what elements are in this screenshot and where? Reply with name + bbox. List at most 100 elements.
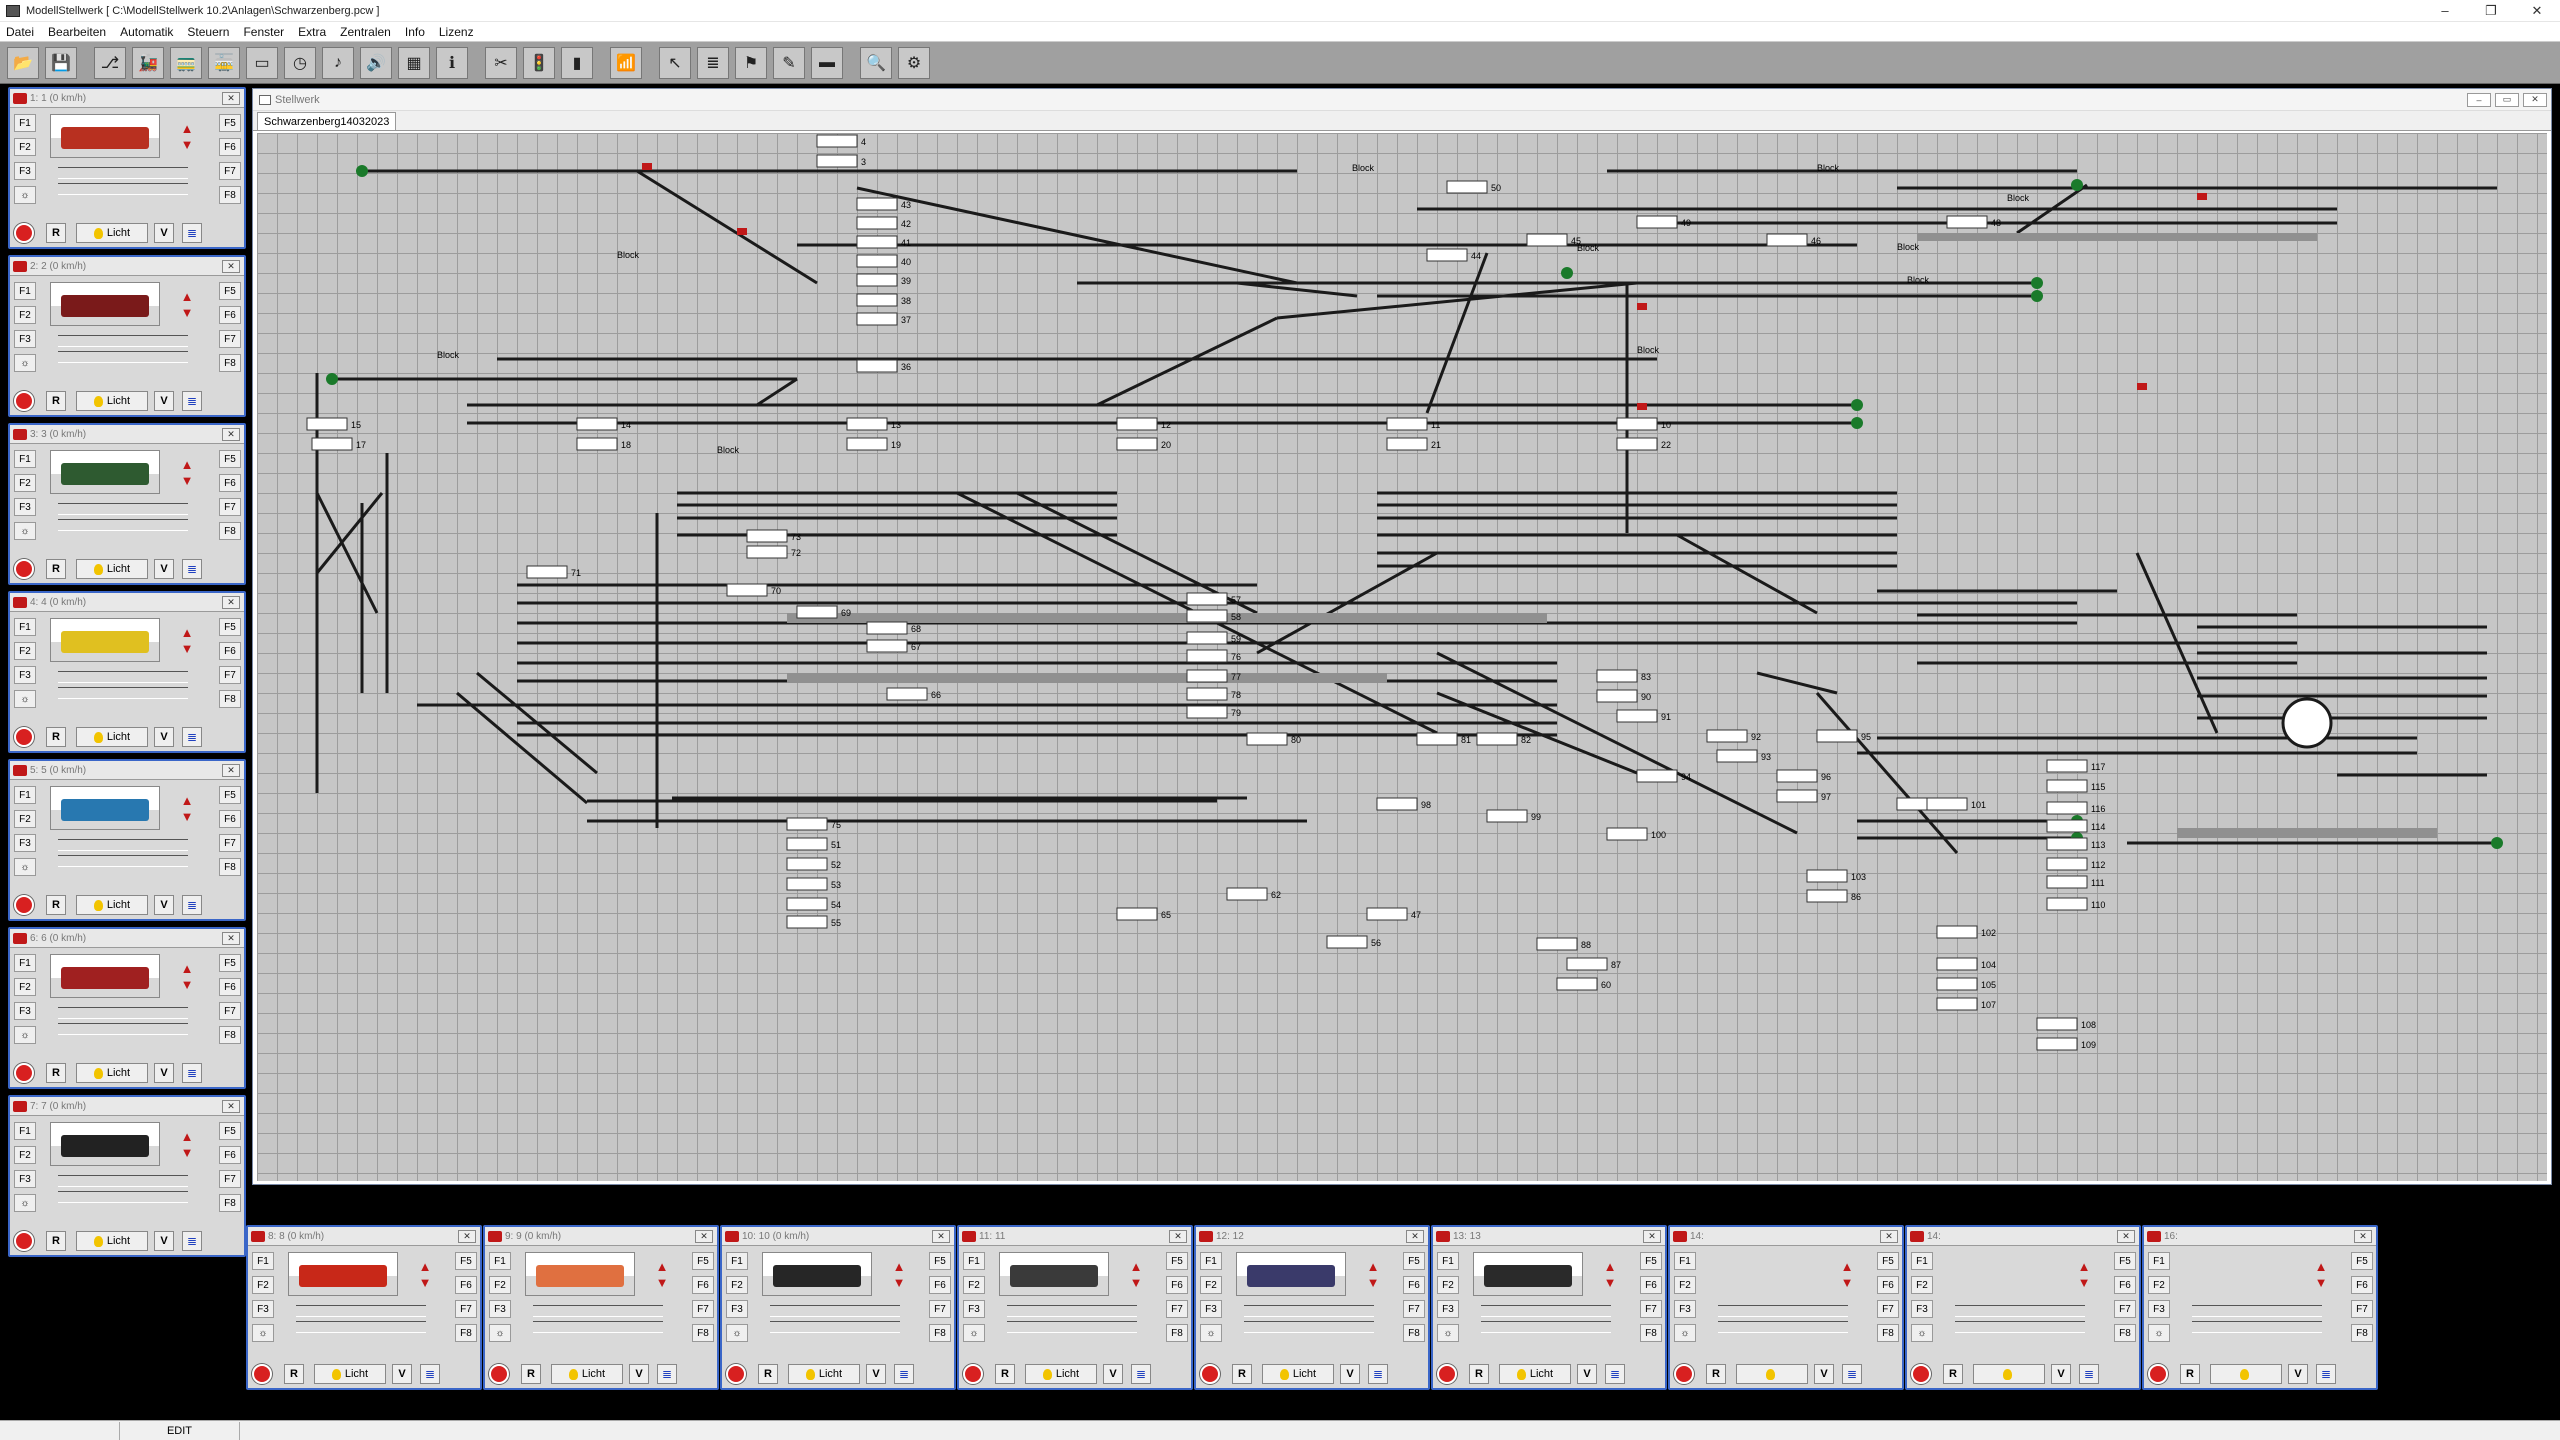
- throttle-header[interactable]: 14: ✕: [1670, 1227, 1902, 1246]
- speed-slider[interactable]: [296, 1305, 426, 1317]
- r-button[interactable]: R: [46, 391, 66, 411]
- block-box[interactable]: [1386, 417, 1428, 431]
- block-box[interactable]: [1616, 417, 1658, 431]
- menu-lizenz[interactable]: Lizenz: [439, 25, 474, 39]
- block-box[interactable]: [2046, 857, 2088, 871]
- block-box[interactable]: [526, 565, 568, 579]
- f5-button[interactable]: F5: [929, 1252, 951, 1270]
- block-box[interactable]: [1596, 669, 1638, 683]
- speed-slider[interactable]: [1718, 1305, 1848, 1317]
- throttle-close-button[interactable]: ✕: [222, 931, 240, 945]
- f1-button[interactable]: F1: [14, 114, 36, 132]
- throttle-header[interactable]: 6: 6 (0 km/h) ✕: [10, 929, 244, 948]
- block-box[interactable]: [856, 273, 898, 287]
- monitor-button[interactable]: ▭: [246, 46, 278, 79]
- f7-button[interactable]: F7: [2351, 1300, 2373, 1318]
- block-box[interactable]: [1596, 689, 1638, 703]
- edit-button[interactable]: ✎: [773, 46, 805, 79]
- r-button[interactable]: R: [46, 895, 66, 915]
- throttle-header[interactable]: 9: 9 (0 km/h) ✕: [485, 1227, 717, 1246]
- f6-button[interactable]: F6: [219, 474, 241, 492]
- block-box[interactable]: [2046, 837, 2088, 851]
- f1-button[interactable]: F1: [1437, 1252, 1459, 1270]
- speed-slider[interactable]: [58, 839, 188, 851]
- direction-forward-button[interactable]: ▲: [180, 457, 194, 473]
- licht-button[interactable]: Licht: [76, 1231, 148, 1251]
- f5-button[interactable]: F5: [219, 114, 241, 132]
- f7-button[interactable]: F7: [219, 498, 241, 516]
- throttle-header[interactable]: 10: 10 (0 km/h) ✕: [722, 1227, 954, 1246]
- emergency-stop-button[interactable]: [1674, 1364, 1694, 1384]
- f6-button[interactable]: F6: [1640, 1276, 1662, 1294]
- f6-button[interactable]: F6: [2114, 1276, 2136, 1294]
- emergency-stop-button[interactable]: [963, 1364, 983, 1384]
- f3-button[interactable]: F3: [14, 834, 36, 852]
- emergency-stop-button[interactable]: [14, 727, 34, 747]
- block-box[interactable]: [1616, 437, 1658, 451]
- direction-reverse-button[interactable]: ▼: [418, 1275, 432, 1291]
- f7-button[interactable]: F7: [692, 1300, 714, 1318]
- r-button[interactable]: R: [46, 1063, 66, 1083]
- direction-forward-button[interactable]: ▲: [655, 1259, 669, 1275]
- wagon-button[interactable]: 🚋: [208, 46, 240, 79]
- throttle-menu-button[interactable]: ≣: [182, 1231, 202, 1251]
- throttle-menu-button[interactable]: ≣: [182, 895, 202, 915]
- f8-button[interactable]: F8: [692, 1324, 714, 1342]
- f7-button[interactable]: F7: [1166, 1300, 1188, 1318]
- signal-button[interactable]: 🚦: [523, 46, 555, 79]
- f3-button[interactable]: F3: [14, 1170, 36, 1188]
- f5-button[interactable]: F5: [219, 618, 241, 636]
- block-box[interactable]: [846, 437, 888, 451]
- direction-forward-button[interactable]: ▲: [180, 961, 194, 977]
- block-box[interactable]: [1946, 215, 1988, 229]
- throttle-menu-button[interactable]: ≣: [182, 727, 202, 747]
- block-box[interactable]: [1226, 887, 1268, 901]
- block-box[interactable]: [746, 545, 788, 559]
- direction-reverse-button[interactable]: ▼: [1840, 1275, 1854, 1291]
- block-box[interactable]: [1556, 977, 1598, 991]
- sound-button[interactable]: ☼: [963, 1324, 985, 1342]
- emergency-stop-button[interactable]: [1911, 1364, 1931, 1384]
- f2-button[interactable]: F2: [1437, 1276, 1459, 1294]
- block-box[interactable]: [816, 154, 858, 168]
- throttle-close-button[interactable]: ✕: [695, 1229, 713, 1243]
- f8-button[interactable]: F8: [219, 522, 241, 540]
- signal-icon[interactable]: [2197, 193, 2207, 200]
- block-box[interactable]: [1936, 997, 1978, 1011]
- throttle-close-button[interactable]: ✕: [222, 91, 240, 105]
- f5-button[interactable]: F5: [1877, 1252, 1899, 1270]
- emergency-stop-button[interactable]: [14, 391, 34, 411]
- block-box[interactable]: [1936, 977, 1978, 991]
- speed-slider[interactable]: [1007, 1305, 1137, 1317]
- sound-button[interactable]: ☼: [14, 858, 36, 876]
- f3-button[interactable]: F3: [963, 1300, 985, 1318]
- throttle-menu-button[interactable]: ≣: [2079, 1364, 2099, 1384]
- block-box[interactable]: [1636, 215, 1678, 229]
- throttle-close-button[interactable]: ✕: [222, 1099, 240, 1113]
- sound-button[interactable]: ☼: [489, 1324, 511, 1342]
- f7-button[interactable]: F7: [219, 1002, 241, 1020]
- direction-forward-button[interactable]: ▲: [2314, 1259, 2328, 1275]
- f2-button[interactable]: F2: [14, 642, 36, 660]
- stellwerk-maximize-button[interactable]: ▭: [2495, 92, 2519, 107]
- emergency-stop-button[interactable]: [1437, 1364, 1457, 1384]
- block-box[interactable]: [786, 837, 828, 851]
- f5-button[interactable]: F5: [1403, 1252, 1425, 1270]
- f1-button[interactable]: F1: [1674, 1252, 1696, 1270]
- throttle-header[interactable]: 5: 5 (0 km/h) ✕: [10, 761, 244, 780]
- f1-button[interactable]: F1: [963, 1252, 985, 1270]
- f3-button[interactable]: F3: [1200, 1300, 1222, 1318]
- f8-button[interactable]: F8: [219, 1026, 241, 1044]
- throttle-header[interactable]: 8: 8 (0 km/h) ✕: [248, 1227, 480, 1246]
- throttle-menu-button[interactable]: ≣: [182, 223, 202, 243]
- turntable[interactable]: [2281, 697, 2333, 749]
- menu-extra[interactable]: Extra: [298, 25, 326, 39]
- throttle-header[interactable]: 3: 3 (0 km/h) ✕: [10, 425, 244, 444]
- flag-button[interactable]: ⚑: [735, 46, 767, 79]
- f7-button[interactable]: F7: [219, 666, 241, 684]
- f3-button[interactable]: F3: [14, 330, 36, 348]
- block-box[interactable]: [306, 417, 348, 431]
- block-box[interactable]: [1776, 789, 1818, 803]
- direction-reverse-button[interactable]: ▼: [180, 1145, 194, 1161]
- sound-button[interactable]: ♪: [322, 46, 354, 79]
